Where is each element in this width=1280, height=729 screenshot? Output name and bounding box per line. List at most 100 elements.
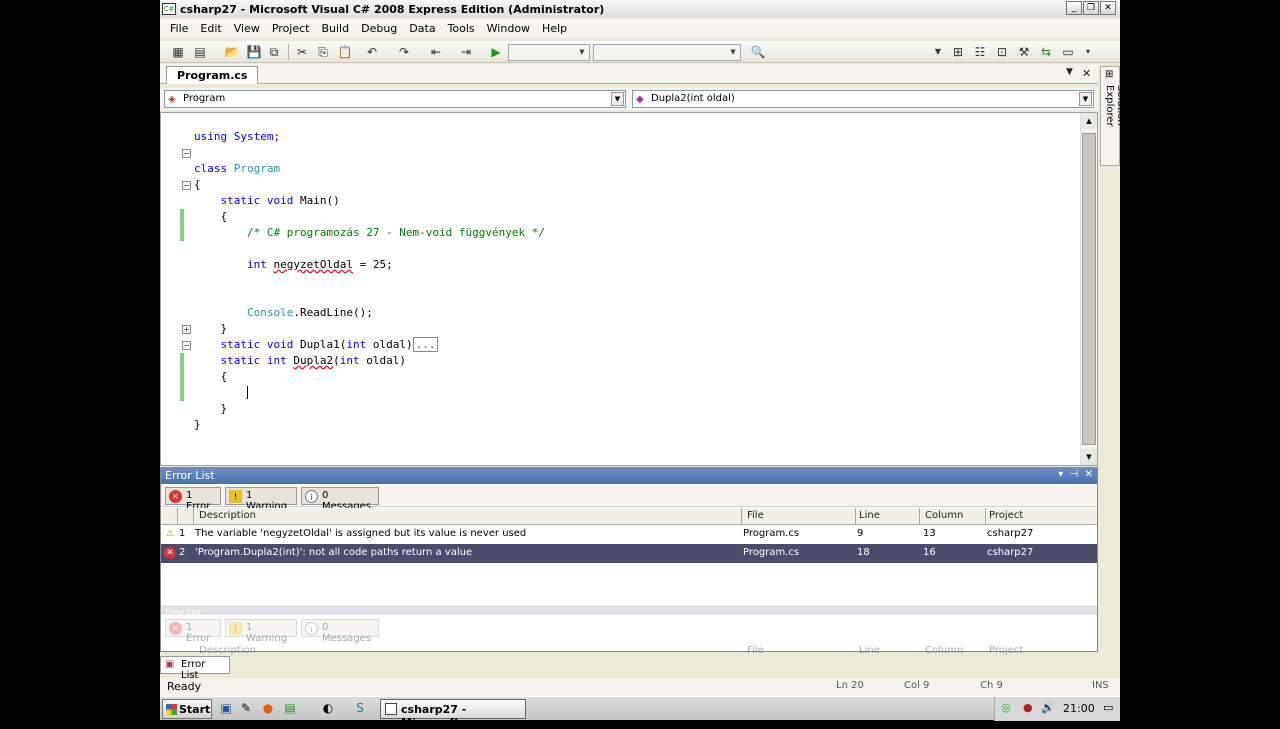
restore-button[interactable]: ❐ (1083, 1, 1099, 15)
panel-menu-icon[interactable]: ▾ (1058, 469, 1063, 480)
volume-icon[interactable]: 🔊 (1041, 701, 1055, 714)
changed-lines-marker (180, 209, 184, 241)
menu-view[interactable]: View (228, 22, 266, 35)
firefox-icon[interactable]: ● (260, 700, 276, 716)
collapse-dupla2-icon[interactable]: − (182, 341, 191, 350)
close-document-icon[interactable]: ✕ (1082, 67, 1091, 80)
code-line-4: { (194, 178, 201, 191)
menu-tools[interactable]: Tools (442, 22, 481, 35)
app-icon (385, 703, 397, 715)
save-icon[interactable]: 💾 (246, 44, 262, 60)
show-desktop-icon[interactable]: ▭ (1103, 701, 1113, 714)
skype-icon[interactable]: S (352, 700, 368, 716)
col-column[interactable]: Column (925, 510, 963, 521)
active-files-dropdown-icon[interactable]: ▼ (1066, 67, 1073, 77)
editor-vertical-scrollbar[interactable]: ▲ ▼ (1080, 113, 1097, 465)
messages-filter-button[interactable]: i0 Messages (301, 487, 379, 512)
window-layout-icon[interactable]: ▭ (1060, 44, 1076, 60)
find-in-files-icon[interactable]: 🔍 (750, 44, 766, 60)
start-page-icon[interactable]: ⇆ (1038, 44, 1054, 60)
clock[interactable]: 21:00 (1063, 702, 1095, 715)
menu-help[interactable]: Help (536, 22, 573, 35)
redo-icon[interactable]: ↷ (396, 44, 412, 60)
status-bar: Ready Ln 20 Col 9 Ch 9 INS (160, 678, 1120, 696)
code-line-9: int negyzetOldal = 25; (246, 258, 393, 271)
copy-icon[interactable]: ⎘ (315, 44, 331, 60)
toolbar-overflow-icon[interactable]: ▼ (930, 44, 946, 60)
warnings-filter-button[interactable]: ! 1 Warning (225, 487, 297, 512)
app-icon[interactable]: C# (162, 3, 176, 15)
menu-window[interactable]: Window (481, 22, 536, 35)
status-text: Ready (167, 680, 202, 693)
error-list-column-header: Description File Line Column Project (161, 508, 1097, 525)
windows-logo-icon (166, 704, 177, 715)
scroll-down-icon[interactable]: ▼ (1081, 449, 1097, 465)
type-combo[interactable]: ◈ Program ▼ (164, 90, 626, 108)
quicklaunch-app-icon[interactable]: ▤ (282, 700, 298, 716)
system-tray: ◎ ● 🔊 21:00 ▭ (994, 697, 1120, 721)
menu-debug[interactable]: Debug (355, 22, 403, 35)
close-panel-icon[interactable]: ✕ (1085, 469, 1093, 480)
menu-project[interactable]: Project (266, 22, 316, 35)
table-row[interactable]: ✕ 2 'Program.Dupla2(int)': not all code … (161, 544, 1097, 563)
solution-explorer-icon[interactable]: ⊞ (950, 44, 966, 60)
code-text[interactable]: using System; class Program { static void … (194, 113, 545, 465)
toolbar-options-icon[interactable]: ▾ (1080, 44, 1096, 60)
expand-dupla1-icon[interactable]: + (182, 325, 191, 334)
col-description[interactable]: Description (199, 510, 256, 521)
chevron-down-icon[interactable]: ▼ (1079, 92, 1092, 106)
col-file[interactable]: File (747, 510, 764, 521)
minimize-button[interactable]: _ (1066, 1, 1082, 15)
media-player-icon[interactable]: ◐ (320, 700, 336, 716)
table-row[interactable]: ⚠ 1 The variable 'negyzetOldal' is assig… (161, 525, 1097, 544)
toolbox-icon[interactable]: ⚒ (1016, 44, 1032, 60)
properties-icon[interactable]: ☷ (972, 44, 988, 60)
cut-icon[interactable]: ✂ (294, 44, 310, 60)
error-list-tab[interactable]: ▣ Error List (160, 656, 230, 681)
pin-icon[interactable]: ⊣ (1070, 469, 1079, 480)
paste-icon[interactable]: 📋 (337, 44, 353, 60)
navigate-forward-icon[interactable]: ⇥ (458, 44, 474, 60)
errors-filter-button[interactable]: ✕ 1 Error (165, 487, 221, 512)
close-button[interactable]: ✕ (1100, 1, 1116, 15)
warning-icon: ! (229, 622, 242, 635)
menu-file[interactable]: File (164, 22, 194, 35)
menu-build[interactable]: Build (315, 22, 355, 35)
navigation-bar: ◈ Program ▼ ◆ Dupla2(int oldal) ▼ (160, 88, 1098, 110)
scroll-thumb[interactable] (1082, 133, 1096, 445)
platform-combo[interactable]: ▼ (593, 44, 741, 61)
menu-edit[interactable]: Edit (194, 22, 227, 35)
scroll-up-icon[interactable]: ▲ (1081, 113, 1097, 129)
add-item-icon[interactable]: ▤ (192, 44, 208, 60)
new-project-icon[interactable]: ▦ (170, 44, 186, 60)
taskbar-button-csharp27[interactable]: csharp27 - Microsoft ... (380, 699, 526, 729)
tray-app-icon[interactable]: ● (1023, 701, 1033, 714)
col-line[interactable]: Line (859, 510, 880, 521)
navigate-back-icon[interactable]: ⇤ (428, 44, 444, 60)
collapse-class-icon[interactable]: − (182, 149, 191, 158)
open-file-icon[interactable]: 📂 (224, 44, 240, 60)
status-ins: INS (1092, 680, 1109, 691)
save-all-icon[interactable]: ⧉ (266, 44, 282, 60)
tray-network-icon[interactable]: ◎ (1001, 701, 1011, 714)
start-debugging-icon[interactable]: ▶ (488, 44, 504, 60)
member-combo[interactable]: ◆ Dupla2(int oldal) ▼ (632, 90, 1094, 108)
col-project[interactable]: Project (989, 510, 1023, 521)
tab-program-cs[interactable]: Program.cs (166, 66, 259, 84)
collapse-main-icon[interactable]: − (182, 181, 191, 190)
solution-config-combo[interactable]: ▼ (508, 44, 590, 61)
menu-data[interactable]: Data (403, 22, 441, 35)
collapsed-region-marker[interactable]: ... (412, 337, 439, 352)
status-line: Ln 20 (836, 680, 864, 691)
start-button[interactable]: Start (162, 699, 212, 719)
error-icon: ✕ (169, 622, 182, 635)
text-caret (246, 386, 248, 399)
quicklaunch-paint-icon[interactable]: ✎ (238, 700, 254, 716)
solution-explorer-tab[interactable]: ⊞ Solution Explorer (1100, 66, 1120, 166)
code-editor[interactable]: − − + − using System; class Program { stat… (160, 112, 1098, 466)
undo-icon[interactable]: ↶ (364, 44, 380, 60)
quicklaunch-vs-icon[interactable]: ▣ (218, 700, 234, 716)
status-char: Ch 9 (980, 680, 1003, 691)
object-browser-icon[interactable]: ⊡ (994, 44, 1010, 60)
chevron-down-icon[interactable]: ▼ (611, 92, 624, 106)
